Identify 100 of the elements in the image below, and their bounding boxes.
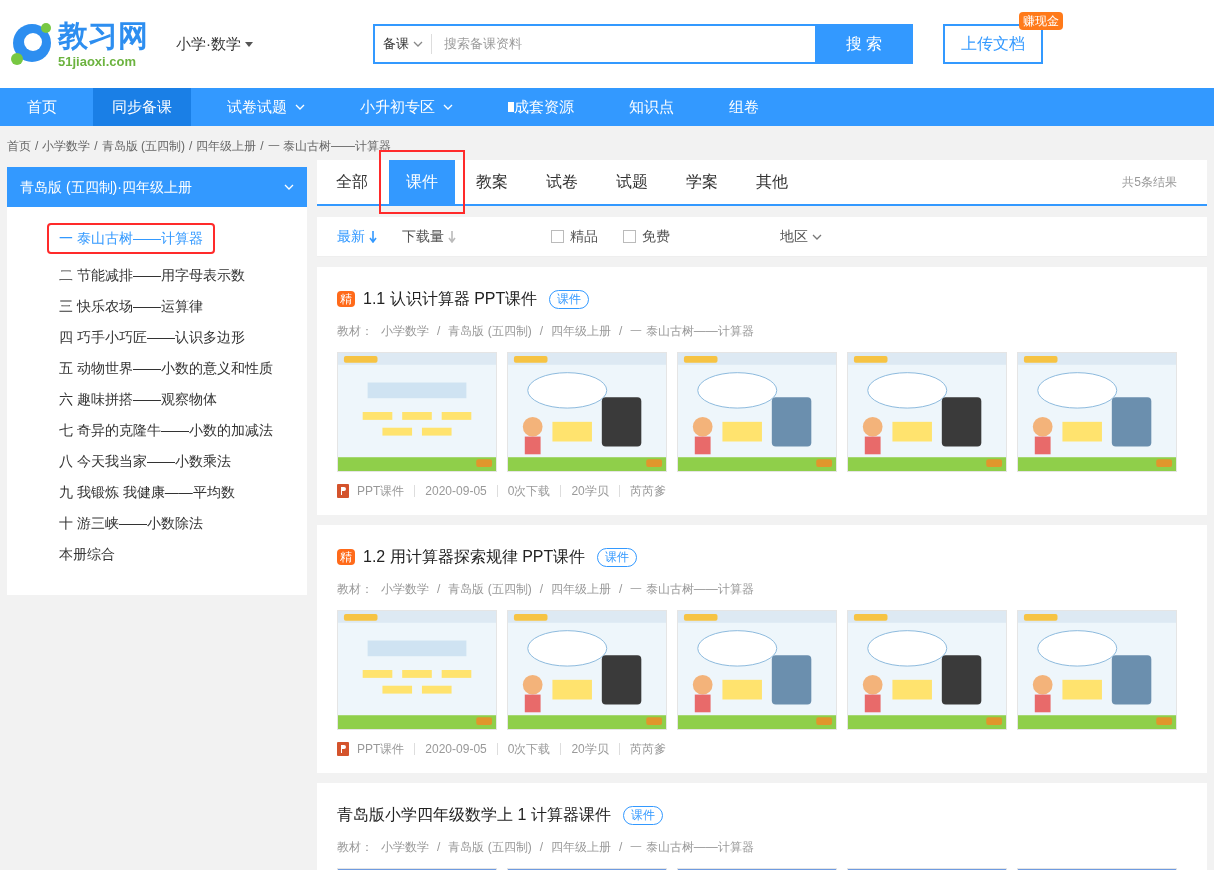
meta-separator: /: [619, 323, 623, 340]
ppt-file-icon: [337, 742, 349, 756]
meta-link[interactable]: 四年级上册: [551, 838, 611, 856]
logo-icon: [8, 21, 54, 67]
checkbox-label: 免费: [642, 227, 670, 246]
chapter-link[interactable]: 六 趣味拼搭——观察物体: [47, 384, 229, 415]
breadcrumb-link[interactable]: 四年级上册: [196, 137, 257, 155]
nav-item[interactable]: 同步备课: [93, 88, 191, 126]
meta-link[interactable]: 一 泰山古树——计算器: [630, 580, 754, 598]
result-title[interactable]: 1.2 用计算器探索规律 PPT课件: [363, 545, 586, 569]
meta-link[interactable]: 四年级上册: [551, 580, 611, 598]
meta-label: 教材：: [337, 323, 373, 340]
breadcrumb-separator: /: [260, 138, 264, 155]
checkbox[interactable]: [623, 230, 636, 243]
meta-link[interactable]: 四年级上册: [551, 322, 611, 340]
chapter-link[interactable]: 二 节能减排——用字母表示数: [47, 260, 257, 291]
nav-item[interactable]: 小升初专区: [341, 88, 472, 126]
chapter-link[interactable]: 五 动物世界——小数的意义和性质: [47, 353, 285, 384]
checkbox-label: 精品: [570, 227, 598, 246]
meta-label: 教材：: [337, 581, 373, 598]
breadcrumb-link[interactable]: 小学数学: [42, 137, 91, 155]
chapter-link[interactable]: 三 快乐农场——运算律: [47, 291, 215, 322]
breadcrumb-separator: /: [94, 138, 98, 155]
chevron-down-icon: [443, 104, 453, 110]
breadcrumb-link[interactable]: 青岛版 (五四制): [101, 137, 185, 155]
chevron-down-icon: [812, 233, 822, 240]
footer-info: 20学贝: [571, 483, 609, 500]
sort-option[interactable]: 下载量: [402, 226, 456, 247]
footer-info: 芮芮爹: [629, 483, 666, 500]
chapter-link[interactable]: 一 泰山古树——计算器: [47, 223, 215, 254]
chevron-down-icon: [413, 41, 423, 47]
result-title[interactable]: 1.1 认识计算器 PPT课件: [363, 287, 538, 311]
nav-item[interactable]: 试卷试题: [208, 88, 324, 126]
category-tab[interactable]: 教案: [459, 160, 525, 204]
category-tab[interactable]: 学案: [669, 160, 735, 204]
result-count: 共5条结果: [1122, 174, 1177, 191]
chapter-link[interactable]: 十 游三峡——小数除法: [47, 508, 215, 539]
search-field[interactable]: 搜索备课资料: [432, 24, 815, 64]
caret-icon: [245, 41, 253, 47]
footer-info: 2020-09-05: [425, 483, 487, 500]
promo-badge: 赚现金: [1019, 12, 1063, 30]
chapter-link[interactable]: 四 巧手小巧匠——认识多边形: [47, 322, 257, 353]
meta-link[interactable]: 小学数学: [381, 838, 429, 856]
search-button[interactable]: 搜 索: [815, 24, 913, 64]
chapter-link[interactable]: 七 奇异的克隆牛——小数的加减法: [47, 415, 285, 446]
sort-option[interactable]: 最新: [337, 226, 377, 247]
chapter-link[interactable]: 八 今天我当家——小数乘法: [47, 446, 243, 477]
sidebar-header[interactable]: 青岛版 (五四制)·四年级上册: [7, 167, 307, 207]
logo-title: 教习网: [58, 20, 148, 51]
footer-info: PPT课件: [357, 483, 405, 500]
meta-link[interactable]: 小学数学: [381, 580, 429, 598]
checkbox[interactable]: [551, 230, 564, 243]
logo-domain: 51jiaoxi.com: [58, 54, 138, 68]
category-tab[interactable]: 试题: [599, 160, 665, 204]
meta-link[interactable]: 青岛版 (五四制): [448, 838, 532, 856]
meta-separator: /: [437, 581, 441, 598]
breadcrumb-separator: /: [35, 138, 39, 155]
category-tab[interactable]: 全部: [319, 160, 385, 204]
arrow-down-icon: [448, 230, 456, 243]
nav-item[interactable]: 知识点: [610, 88, 693, 126]
premium-badge: 精: [337, 549, 355, 565]
footer-info: PPT课件: [357, 741, 405, 758]
footer-info: 0次下载: [507, 741, 551, 758]
meta-separator: /: [539, 323, 543, 340]
meta-separator: /: [539, 581, 543, 598]
region-filter[interactable]: 地区: [780, 226, 822, 247]
ppt-file-icon: [337, 484, 349, 498]
meta-separator: /: [437, 839, 441, 856]
breadcrumb-link[interactable]: 首页: [7, 137, 31, 155]
meta-link[interactable]: 青岛版 (五四制): [448, 580, 532, 598]
chevron-down-icon: [295, 104, 305, 110]
meta-separator: /: [619, 581, 623, 598]
nav-item[interactable]: 首页: [8, 88, 76, 126]
category-tab[interactable]: 其他: [739, 160, 805, 204]
footer-info: 2020-09-05: [425, 741, 487, 758]
meta-separator: /: [619, 839, 623, 856]
meta-link[interactable]: 小学数学: [381, 322, 429, 340]
meta-link[interactable]: 青岛版 (五四制): [448, 322, 532, 340]
subject-picker[interactable]: 小学·数学: [176, 32, 253, 56]
nav-item[interactable]: 组卷: [710, 88, 778, 126]
footer-info: 0次下载: [507, 483, 551, 500]
meta-link[interactable]: 一 泰山古树——计算器: [630, 838, 754, 856]
square-icon: [508, 102, 514, 112]
chapter-link[interactable]: 本册综合: [47, 539, 127, 570]
search-scope-dropdown[interactable]: 备课: [373, 24, 432, 64]
meta-link[interactable]: 一 泰山古树——计算器: [630, 322, 754, 340]
category-tab[interactable]: 试卷: [529, 160, 595, 204]
footer-info: 20学贝: [571, 741, 609, 758]
breadcrumb-separator: /: [189, 138, 193, 155]
meta-label: 教材：: [337, 839, 373, 856]
meta-separator: /: [437, 323, 441, 340]
chapter-link[interactable]: 九 我锻炼 我健康——平均数: [47, 477, 247, 508]
category-tab[interactable]: 课件: [389, 160, 455, 204]
result-title[interactable]: 青岛版小学四年级数学上 1 计算器课件: [337, 803, 611, 827]
premium-badge: 精: [337, 291, 355, 307]
meta-separator: /: [539, 839, 543, 856]
footer-info: 芮芮爹: [629, 741, 666, 758]
chevron-down-icon: [284, 184, 294, 190]
arrow-down-icon: [369, 230, 377, 243]
nav-item[interactable]: 成套资源: [489, 88, 593, 126]
